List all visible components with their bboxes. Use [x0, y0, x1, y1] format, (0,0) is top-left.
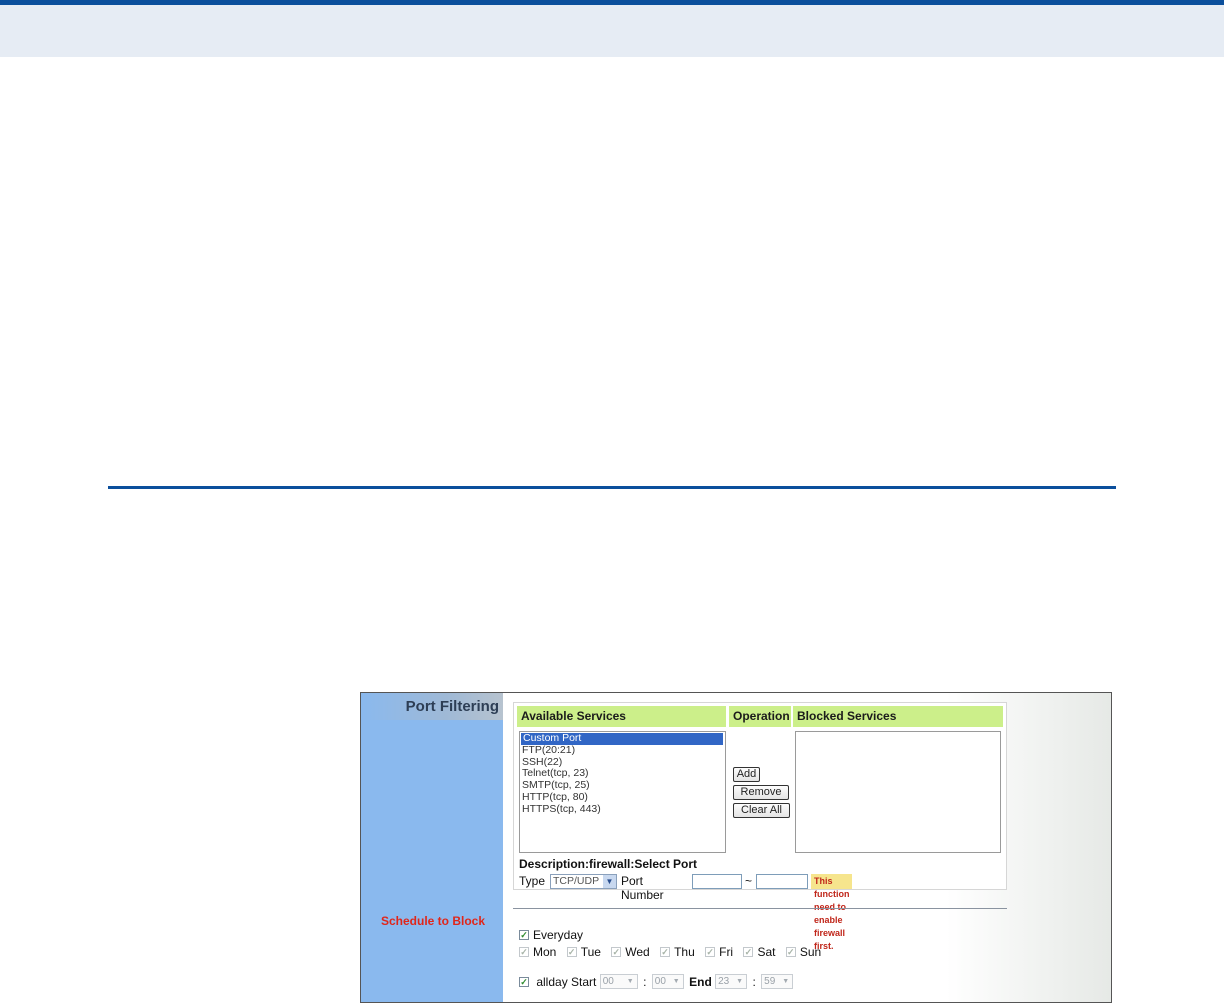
days-row: ✓ Mon ✓ Tue ✓ Wed ✓ Thu ✓ Fri ✓ Sat ✓ Sun — [519, 944, 828, 959]
section-divider-rule — [108, 486, 1116, 489]
list-item[interactable]: HTTPS(tcp, 443) — [520, 803, 725, 816]
day-label-mon: Mon — [533, 944, 557, 959]
type-select[interactable]: TCP/UDP ▼ — [550, 874, 617, 889]
sidebar-header: Port Filtering — [361, 693, 503, 720]
day-label-sun: Sun — [799, 944, 822, 959]
list-item[interactable]: HTTP(tcp, 80) — [520, 791, 725, 804]
day-label-sat: Sat — [757, 944, 776, 959]
port-number-label: Port Number — [621, 874, 664, 902]
day-label-tue: Tue — [580, 944, 601, 959]
blocked-services-list[interactable] — [795, 731, 1001, 853]
description-text: Description:firewall:Select Port — [519, 857, 698, 871]
blocked-services-header: Blocked Services — [793, 706, 1003, 727]
available-services-list[interactable]: Custom Port FTP(20:21) SSH(22) Telnet(tc… — [519, 731, 726, 853]
end-colon: : — [752, 974, 756, 989]
firewall-warning: This function need to enable firewall fi… — [811, 874, 853, 951]
operation-header: Operation — [729, 706, 791, 727]
start-hour-select[interactable]: 00 ▼ — [599, 974, 638, 990]
allday-checkbox[interactable]: ✓ — [519, 976, 529, 987]
services-panel: Available Services Operation Blocked Ser… — [513, 702, 1007, 951]
chevron-down-icon: ▼ — [736, 978, 744, 986]
remove-button[interactable]: Remove — [733, 785, 789, 800]
everyday-row: ✓ Everyday — [519, 927, 590, 942]
section-divider — [513, 908, 1007, 909]
port-filtering-screenshot: Port Filtering Schedule to Block Availab… — [360, 692, 1112, 1003]
chevron-down-icon[interactable]: ▼ — [603, 875, 616, 888]
chevron-down-icon: ▼ — [626, 978, 634, 986]
port-from-input[interactable] — [692, 874, 742, 889]
time-row: ✓ allday Start 00 ▼ : 00 ▼ End 23 ▼ : 59 ▼ — [519, 974, 794, 990]
everyday-checkbox[interactable]: ✓ — [519, 929, 529, 940]
sun-checkbox[interactable]: ✓ — [785, 946, 796, 957]
sidebar-title: Port Filtering — [405, 698, 499, 715]
start-colon: : — [643, 974, 647, 989]
end-hour-select[interactable]: 23 ▼ — [715, 974, 748, 990]
port-range-tilde: ~ — [745, 874, 753, 888]
sat-checkbox[interactable]: ✓ — [743, 946, 754, 957]
clear-all-button[interactable]: Clear All — [733, 803, 790, 818]
thu-checkbox[interactable]: ✓ — [660, 946, 671, 957]
fri-checkbox[interactable]: ✓ — [705, 946, 716, 957]
day-label-thu: Thu — [674, 944, 695, 959]
page-header-band — [0, 5, 1224, 57]
chevron-down-icon: ▼ — [672, 978, 680, 986]
list-item[interactable]: FTP(20:21) — [520, 744, 725, 757]
available-services-header: Available Services — [517, 706, 726, 727]
add-button[interactable]: Add — [733, 767, 760, 782]
tue-checkbox[interactable]: ✓ — [566, 946, 577, 957]
everyday-label: Everyday — [533, 927, 584, 942]
sidebar — [361, 693, 503, 1002]
wed-checkbox[interactable]: ✓ — [611, 946, 622, 957]
port-to-input[interactable] — [756, 874, 808, 889]
mon-checkbox[interactable]: ✓ — [519, 946, 529, 957]
chevron-down-icon: ▼ — [782, 978, 790, 986]
allday-label: allday — [536, 974, 568, 989]
day-label-wed: Wed — [625, 944, 650, 959]
type-label: Type — [519, 874, 546, 888]
day-label-fri: Fri — [719, 944, 734, 959]
start-label: Start — [571, 974, 597, 989]
start-minute-select[interactable]: 00 ▼ — [651, 974, 684, 990]
end-minute-select[interactable]: 59 ▼ — [761, 974, 794, 990]
end-label: End — [689, 974, 712, 989]
type-select-value: TCP/UDP — [553, 875, 600, 887]
schedule-to-block-label: Schedule to Block — [381, 914, 486, 928]
